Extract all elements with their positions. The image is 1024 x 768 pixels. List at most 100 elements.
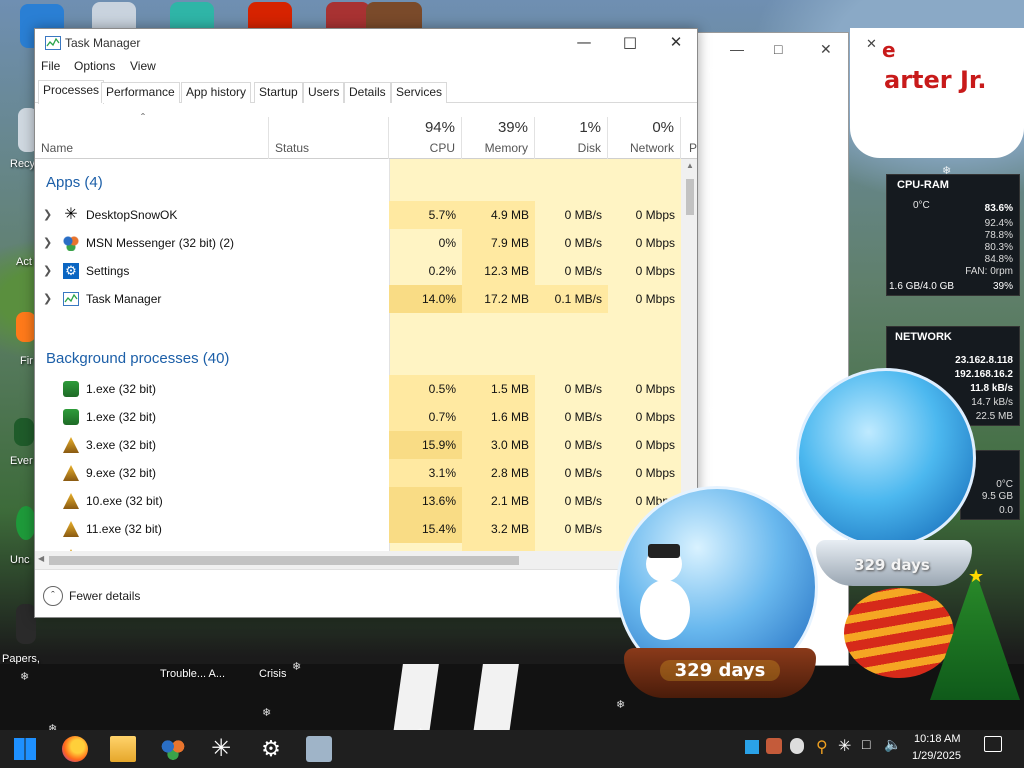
table-row[interactable]: 11.exe (32 bit) 15.4% 3.2 MB 0 MB/s 0 Mb [35, 515, 681, 543]
tab-users[interactable]: Users [303, 82, 345, 103]
column-status[interactable]: Status [269, 117, 389, 159]
expand-chevron-icon[interactable]: ❯ [43, 257, 52, 285]
core-1: 92.4% [984, 218, 1013, 229]
hdd-size: 9.5 GB [981, 491, 1013, 502]
process-name: MSN Messenger (32 bit) (2) [86, 236, 235, 250]
notification-icon[interactable] [984, 736, 1002, 752]
cpu-value: 5.7% [389, 201, 462, 229]
table-row[interactable]: 11.exe (32 bit) 0% 2.8 MB 0 MB/s 0 M [35, 543, 681, 551]
cpu-value: 14.0% [389, 285, 462, 313]
tree-icon [63, 437, 79, 453]
disk-value: 0 MB/s [564, 208, 602, 222]
tray-mouse-icon[interactable] [790, 738, 804, 754]
snowflake-icon: ❄ [532, 89, 542, 101]
snowflake-icon: ❄ [20, 671, 30, 683]
expand-chevron-icon[interactable]: ❯ [43, 229, 52, 257]
group-header-apps[interactable]: Apps (4) [35, 165, 681, 201]
task-manager-taskbar-icon[interactable] [306, 736, 332, 762]
table-row[interactable]: 9.exe (32 bit) 3.1% 2.8 MB 0 MB/s 0 Mbps [35, 459, 681, 487]
column-memory[interactable]: 39% Memory [462, 117, 535, 159]
scroll-up-icon[interactable]: ▲ [686, 161, 694, 170]
tab-services[interactable]: Services [391, 82, 448, 103]
tray-search-icon[interactable]: ⚲ [816, 737, 828, 757]
table-row[interactable]: 3.exe (32 bit) 15.9% 3.0 MB 0 MB/s 0 Mbp… [35, 431, 681, 459]
vertical-scroll-thumb[interactable] [686, 179, 694, 215]
table-row[interactable]: 1.exe (32 bit) 0.5% 1.5 MB 0 MB/s 0 Mbps [35, 375, 681, 403]
tab-processes[interactable]: Processes [38, 80, 105, 104]
minimize-icon[interactable]: — [561, 29, 607, 57]
tray-volume-icon[interactable]: 🔈 [884, 736, 901, 753]
settings-taskbar-icon[interactable]: ⚙ [258, 736, 284, 762]
column-network[interactable]: 0% Network [608, 117, 681, 159]
horizontal-scroll-thumb[interactable] [49, 556, 519, 565]
process-name: 10.exe (32 bit) [86, 494, 163, 508]
cpu-value: 15.9% [389, 431, 462, 459]
firefox-taskbar-icon[interactable] [62, 736, 88, 762]
task-manager-window[interactable]: Task Manager — □ ✕ File Options View Pro… [34, 28, 698, 618]
tray-network-icon[interactable]: □ [862, 736, 870, 752]
process-list: Apps (4) ❯ ✳ DesktopSnowOK 5.7% 4.9 MB 0… [35, 159, 681, 551]
column-status-label: Status [275, 141, 310, 155]
act-label: Act [16, 256, 32, 268]
table-row[interactable]: ❯ ⚙ Settings 0.2% 12.3 MB 0 MB/s 0 Mbps [35, 257, 681, 285]
table-row[interactable]: 1.exe (32 bit) 0.7% 1.6 MB 0 MB/s 0 Mbps [35, 403, 681, 431]
table-row[interactable]: ❯ ✳ DesktopSnowOK 5.7% 4.9 MB 0 MB/s 0 M… [35, 201, 681, 229]
taskbar: ✳ ⚙ ⚲ ✳ □ 🔈 [0, 730, 1024, 768]
close-icon[interactable]: ✕ [820, 41, 832, 58]
tab-performance[interactable]: Performance [101, 82, 180, 103]
tray-app-icon[interactable] [745, 740, 759, 754]
menu-file[interactable]: File [41, 59, 60, 73]
maximize-icon[interactable]: □ [607, 29, 653, 57]
table-row[interactable]: ❯ Task Manager 14.0% 17.2 MB 0.1 MB/s 0 … [35, 285, 681, 313]
minimize-icon[interactable]: — [730, 41, 744, 57]
snowflake-icon: ❄ [708, 405, 718, 417]
msn-messenger-taskbar-icon[interactable] [160, 736, 186, 762]
chevron-up-icon[interactable]: ˆ [43, 586, 63, 606]
tab-details[interactable]: Details [344, 82, 391, 103]
clock-time[interactable]: 10:18 AM [914, 733, 960, 745]
horizontal-scrollbar[interactable]: ◀ [35, 551, 681, 569]
fewer-details-link[interactable]: Fewer details [69, 589, 140, 603]
maximize-icon[interactable]: □ [774, 41, 782, 57]
menu-options[interactable]: Options [74, 59, 115, 73]
windows-start-icon[interactable] [14, 738, 36, 760]
firefox-icon[interactable] [16, 312, 36, 342]
close-icon[interactable]: ✕ [653, 29, 697, 57]
column-name[interactable]: Name [35, 117, 269, 159]
papers-icon[interactable] [16, 604, 36, 644]
fan-speed: FAN: 0rpm [965, 266, 1013, 277]
group-header-background[interactable]: Background processes (40) [35, 341, 681, 377]
process-name: 9.exe (32 bit) [86, 466, 157, 480]
network-value: 0 Mbps [635, 264, 675, 278]
snowflake-taskbar-icon[interactable]: ✳ [208, 736, 234, 762]
process-name: 3.exe (32 bit) [86, 438, 157, 452]
snow-globe-right[interactable] [796, 368, 976, 548]
cpu-ram-gadget[interactable]: CPU-RAM 0°C 83.6% 92.4% 78.8% 80.3% 84.8… [886, 174, 1020, 296]
star-icon: ★ [968, 566, 985, 586]
evernote-icon[interactable] [14, 418, 34, 446]
banner-close-icon[interactable]: ✕ [866, 36, 877, 52]
tray-snowflake-icon[interactable]: ✳ [838, 736, 851, 756]
tray-network-app-icon[interactable] [766, 738, 782, 754]
expand-chevron-icon[interactable]: ❯ [43, 201, 52, 229]
title-bar[interactable]: Task Manager — □ ✕ [35, 29, 697, 57]
column-power[interactable]: P [681, 117, 697, 159]
column-cpu[interactable]: 94% CPU [389, 117, 462, 159]
menu-view[interactable]: View [130, 59, 156, 73]
tab-startup[interactable]: Startup [254, 82, 303, 103]
snowflake-icon: ❄ [616, 699, 626, 711]
striped-ornament [844, 588, 954, 678]
column-disk[interactable]: 1% Disk [535, 117, 608, 159]
scroll-left-icon[interactable]: ◀ [38, 554, 44, 563]
tab-app-history[interactable]: App history [181, 82, 252, 103]
ram-pct: 39% [992, 281, 1013, 292]
unc-app-icon[interactable] [16, 506, 36, 540]
memory-value: 7.9 MB [462, 229, 535, 257]
disk-total-pct: 1% [579, 119, 601, 136]
expand-chevron-icon[interactable]: ❯ [43, 285, 52, 313]
clock-date[interactable]: 1/29/2025 [912, 750, 961, 762]
table-row[interactable]: 10.exe (32 bit) 13.6% 2.1 MB 0 MB/s 0 Mb… [35, 487, 681, 515]
table-row[interactable]: ❯ MSN Messenger (32 bit) (2) 0% 7.9 MB 0… [35, 229, 681, 257]
disk-value: 0 MB/s [564, 466, 602, 480]
file-explorer-icon[interactable] [110, 736, 136, 762]
